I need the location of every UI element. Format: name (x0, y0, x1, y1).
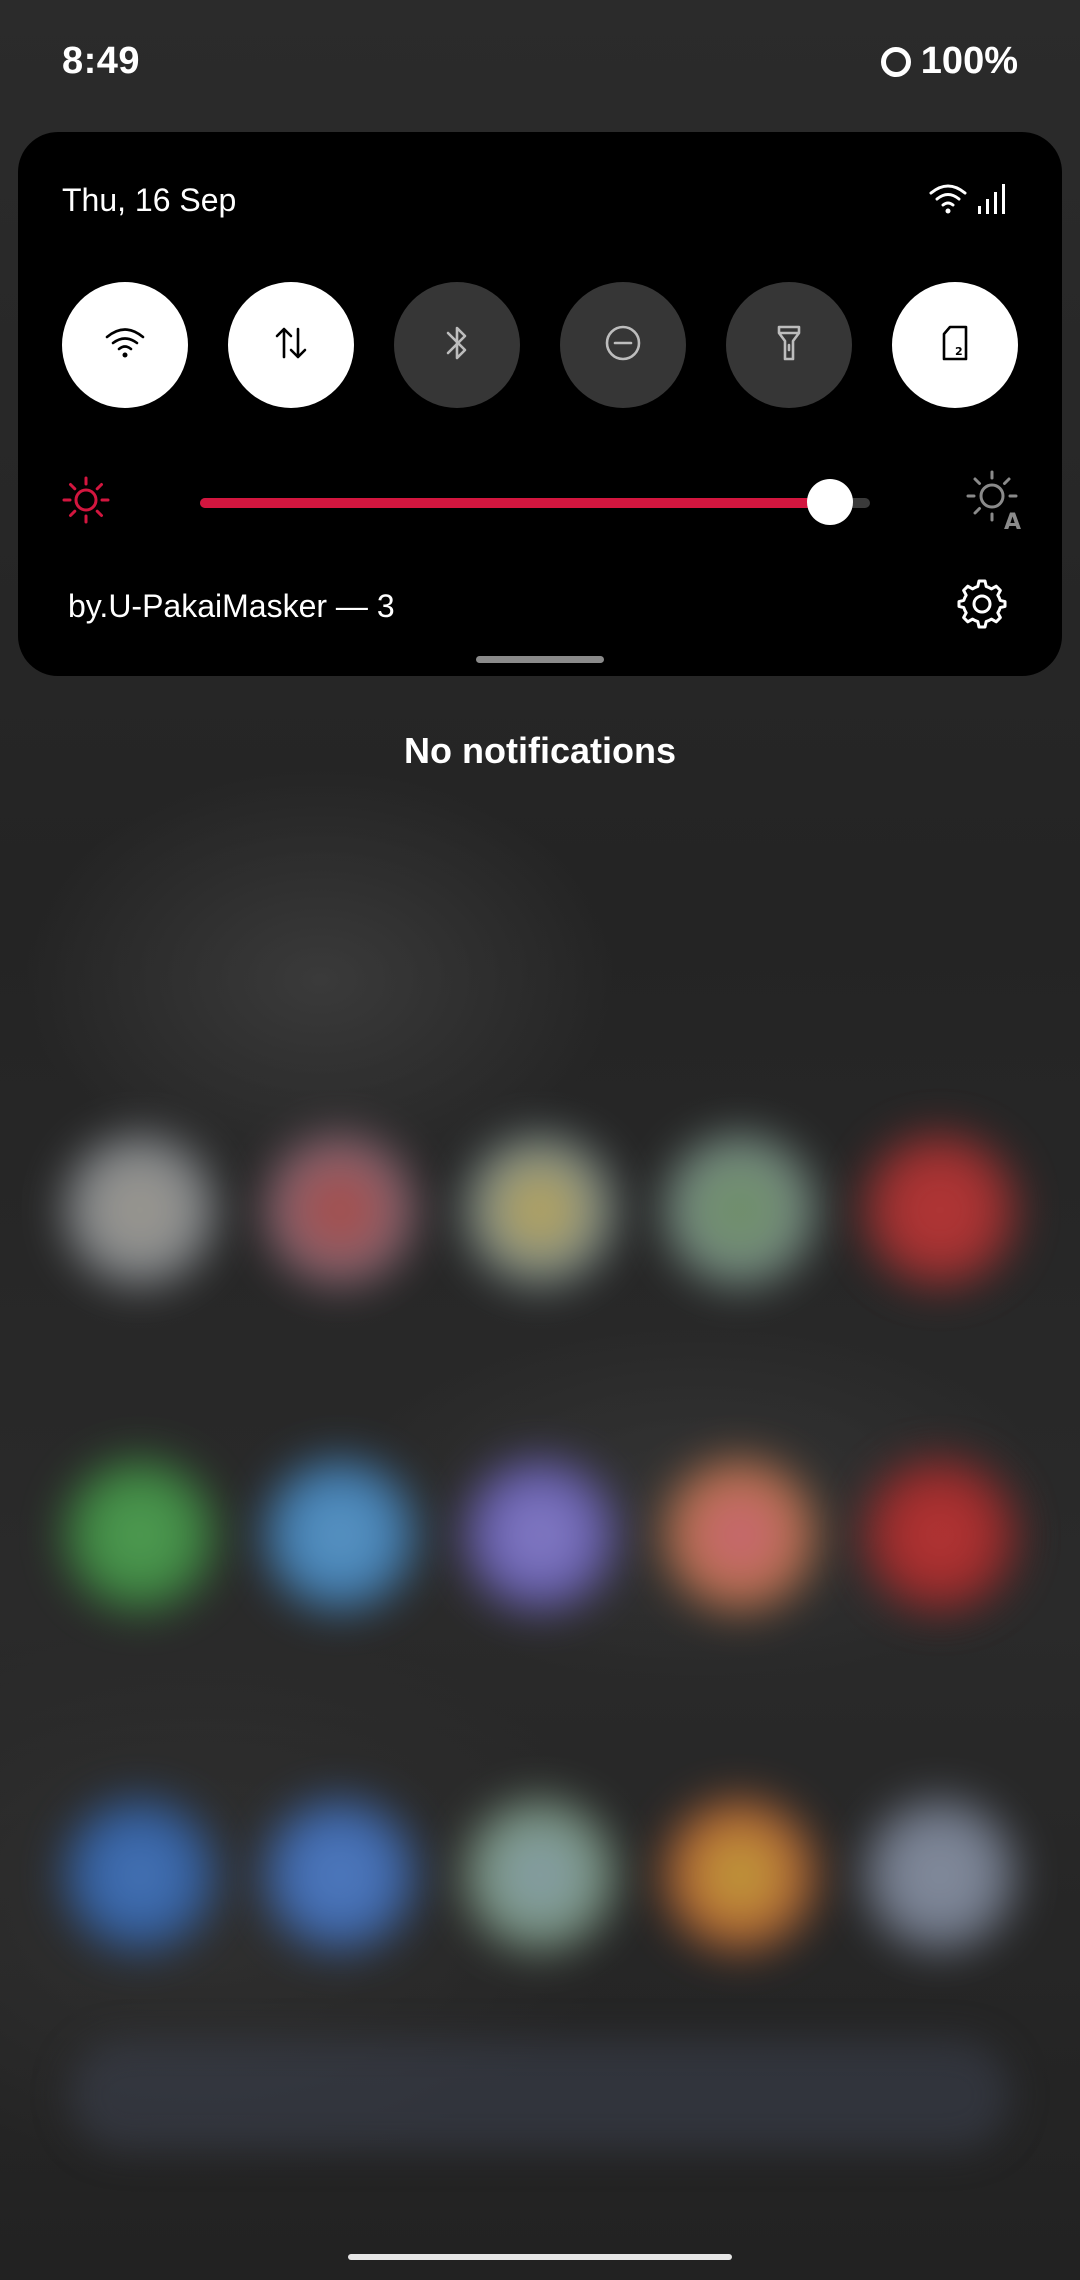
blurred-app-icon (665, 1460, 815, 1610)
panel-drag-handle[interactable] (476, 656, 604, 663)
battery-ring-icon (880, 46, 911, 77)
battery-percent: 100% (920, 40, 1018, 82)
tile-mobile-data[interactable] (228, 282, 354, 408)
gear-icon (956, 578, 1008, 635)
flashlight-icon (774, 322, 804, 369)
gesture-nav-bar[interactable] (348, 2254, 732, 2260)
bluetooth-icon (442, 322, 472, 369)
blurred-app-icon (865, 1800, 1015, 1950)
no-notifications-text: No notifications (404, 730, 676, 771)
qs-date[interactable]: Thu, 16 Sep (62, 182, 236, 219)
blurred-app-icon (65, 1800, 215, 1950)
qs-system-icons (928, 182, 1010, 221)
brightness-slider[interactable] (200, 479, 870, 525)
blurred-app-icon (665, 1800, 815, 1950)
blurred-app-icon (265, 1135, 415, 1285)
brightness-slider-fill (200, 498, 830, 508)
blurred-dock (70, 2040, 1010, 2150)
svg-text:A: A (1004, 510, 1021, 532)
status-battery: 100% (880, 40, 1018, 83)
wifi-icon (928, 182, 968, 221)
signal-icon (976, 182, 1010, 221)
wifi-icon (104, 326, 146, 365)
quick-tiles: 2 (62, 282, 1018, 408)
brightness-slider-thumb[interactable] (806, 479, 853, 525)
sun-icon (58, 472, 114, 533)
dnd-icon (603, 323, 643, 368)
blurred-app-icon (65, 1460, 215, 1610)
carrier-label: by.U-PakaiMasker — 3 (68, 588, 395, 624)
brightness-row: A (58, 462, 1028, 542)
status-time: 8:49 (62, 40, 141, 82)
blurred-app-icon (665, 1135, 815, 1285)
tile-wifi[interactable] (62, 282, 188, 408)
blurred-app-icon (465, 1135, 615, 1285)
tile-do-not-disturb[interactable] (560, 282, 686, 408)
blurred-app-icon (865, 1460, 1015, 1610)
tile-flashlight[interactable] (726, 282, 852, 408)
blurred-app-icon (65, 1135, 215, 1285)
sim-card-icon: 2 (938, 323, 972, 368)
tile-bluetooth[interactable] (394, 282, 520, 408)
blurred-app-icon (265, 1800, 415, 1950)
quick-settings-panel: Thu, 16 Sep 2 A by.U-PakaiMasker — 3 (18, 132, 1062, 676)
blurred-app-icon (465, 1460, 615, 1610)
data-transfer-icon (273, 323, 309, 368)
tile-sim-card[interactable]: 2 (892, 282, 1018, 408)
settings-button[interactable] (954, 578, 1010, 634)
blurred-app-icon (465, 1800, 615, 1950)
blurred-app-icon (865, 1135, 1015, 1285)
blurred-app-icon (265, 1460, 415, 1610)
auto-brightness-icon[interactable]: A (962, 466, 1028, 537)
svg-text:2: 2 (955, 345, 963, 358)
